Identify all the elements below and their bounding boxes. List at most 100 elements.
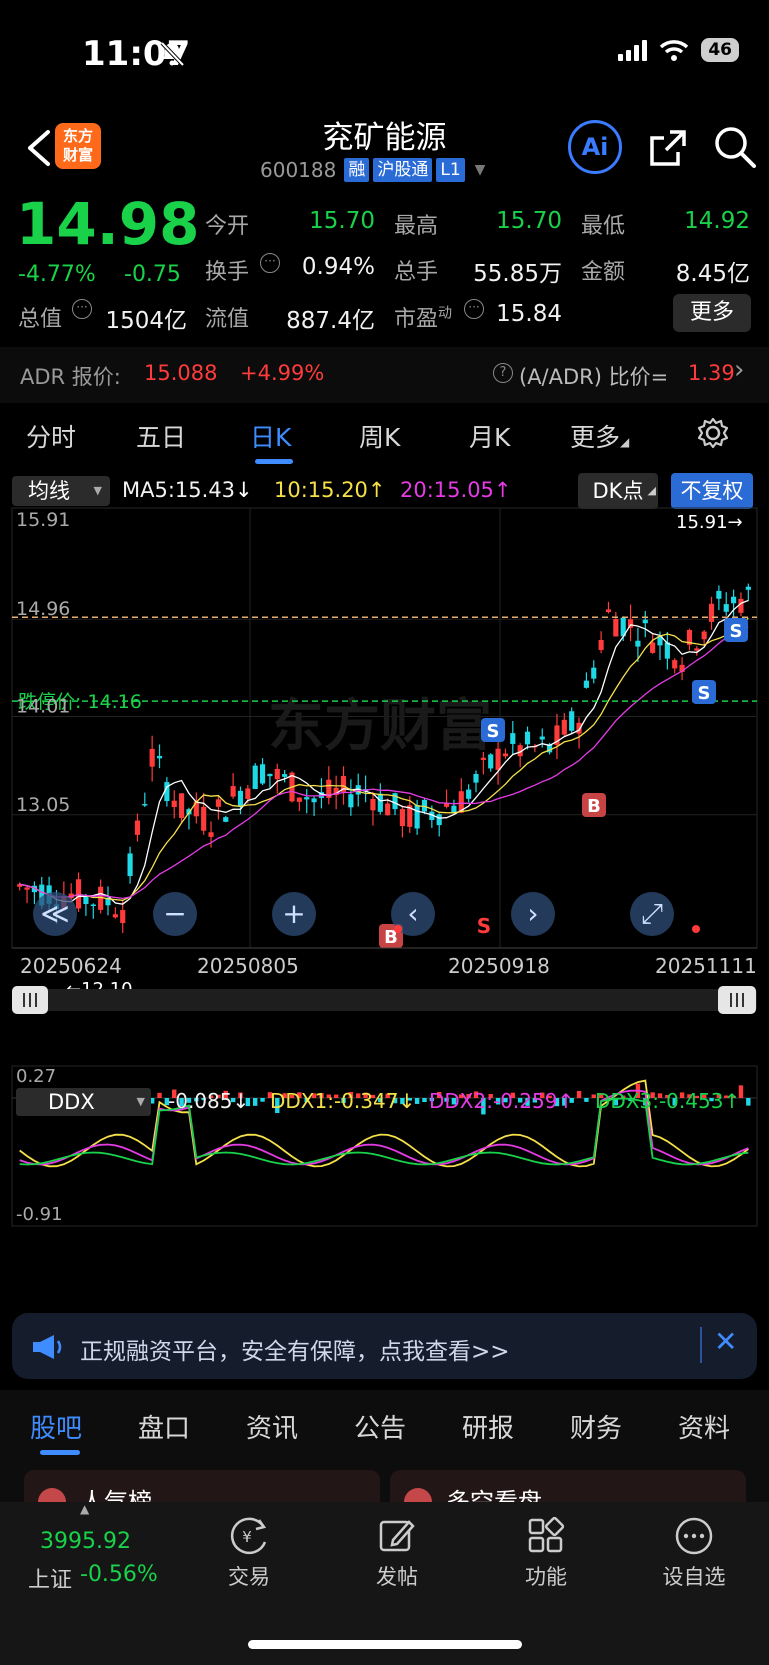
post-button[interactable]: 发帖 — [347, 1516, 447, 1591]
ddx-y-bottom: -0.91 — [16, 1204, 63, 1225]
popularity-card[interactable]: 人气榜 — [24, 1470, 380, 1502]
tab-research[interactable]: 研报 — [462, 1408, 514, 1445]
kline-chart[interactable]: 东方财富 跌停价: 14.16 15.9114.9614.0113.0515.9… — [0, 470, 769, 1310]
candle-body — [83, 896, 89, 905]
ddx-select[interactable]: DDX ▼ — [16, 1088, 151, 1116]
ddx2-value: DDX2:-0.259↑ — [429, 1089, 575, 1113]
period-tabs: 分时 五日 日K 周K 月K 更多◢ — [0, 416, 769, 470]
tab-announcements[interactable]: 公告 — [354, 1408, 406, 1445]
candle-body — [237, 790, 244, 807]
next-button[interactable]: › — [511, 892, 555, 936]
candle-body — [650, 642, 656, 653]
tab-finance[interactable]: 财务 — [570, 1408, 622, 1445]
more-button[interactable]: 更多 — [673, 294, 751, 332]
candle-body — [24, 887, 30, 890]
candle-body — [605, 609, 612, 613]
add-watchlist-button[interactable]: 设自选 — [644, 1516, 744, 1591]
add-watchlist-label: 设自选 — [662, 1565, 726, 1589]
fullscreen-icon: ⤢ — [641, 897, 663, 930]
close-icon[interactable]: ✕ — [714, 1325, 737, 1358]
panel-strip: 人气榜 多空看盘 — [0, 1460, 769, 1502]
tab-more[interactable]: 更多◢ — [570, 418, 629, 454]
float-cap-label: 流值 — [205, 307, 250, 332]
change-percent: -4.77% — [18, 262, 96, 287]
candle-body — [274, 768, 280, 780]
ddx3-value: DDX3:-0.453↑ — [595, 1089, 741, 1113]
tab-guba[interactable]: 股吧 — [30, 1408, 82, 1445]
fullscreen-button[interactable]: ⤢ — [630, 892, 674, 936]
financing-banner[interactable]: 正规融资平台，安全有保障，点我查看>> ✕ — [12, 1313, 757, 1379]
tab-profile[interactable]: 资料 — [678, 1408, 730, 1445]
candle-body — [627, 619, 634, 628]
rewind-button[interactable]: ≪ — [33, 892, 77, 936]
date-label: 20251111 — [655, 954, 757, 978]
candle-body — [745, 586, 751, 590]
candle-body — [134, 820, 141, 835]
candle-body — [723, 604, 729, 612]
candle-body — [414, 805, 420, 829]
settings-gear-icon[interactable] — [696, 416, 730, 456]
info-dots-icon[interactable]: ··· — [72, 299, 92, 319]
candle-body — [524, 731, 531, 745]
candle-body — [635, 640, 641, 647]
ddx-bar — [422, 1098, 427, 1103]
signal-letter: S — [487, 721, 500, 742]
chart-nav-controls: ≪ − + ‹ › ⤢ S — [33, 892, 700, 938]
function-label: 功能 — [525, 1565, 567, 1589]
tab-pankou[interactable]: 盘口 — [138, 1408, 190, 1445]
zoom-in-button[interactable]: + — [272, 892, 316, 936]
amount-label: 金额 — [581, 260, 626, 285]
longshort-icon — [404, 1488, 432, 1502]
candle-body — [259, 764, 266, 784]
info-dots-icon[interactable]: ··· — [260, 253, 280, 273]
adr-row[interactable]: ADR 报价: 15.088 +4.99% ? (A/ADR) 比价= 1.39… — [0, 347, 769, 403]
next-icon: › — [527, 897, 538, 930]
compose-icon — [379, 1520, 415, 1552]
longshort-card[interactable]: 多空看盘 — [390, 1470, 746, 1502]
bottom-tab-indicator — [40, 1450, 80, 1455]
tab-monthly-k[interactable]: 月K — [469, 418, 510, 454]
candle-body — [377, 793, 383, 812]
stock-subrow[interactable]: 600188 融 沪股通 L1 ▼ — [260, 158, 485, 182]
ai-button[interactable]: Ai — [568, 120, 622, 174]
open-label: 今开 — [205, 214, 250, 239]
y-label: 13.05 — [16, 794, 70, 816]
candle-body — [738, 598, 744, 613]
tab-intraday[interactable]: 分时 — [26, 418, 76, 454]
low-label: 最低 — [581, 214, 626, 239]
banner-divider — [700, 1327, 702, 1363]
status-indicators: 46 — [618, 38, 739, 62]
tab-weekly-k[interactable]: 周K — [359, 418, 400, 454]
dropdown-caret-icon: ▼ — [474, 162, 486, 178]
date-label: 20250624 — [20, 954, 122, 978]
candle-body — [701, 631, 707, 640]
tab-daily-k[interactable]: 日K — [250, 418, 291, 454]
candle-body — [613, 619, 619, 637]
expand-caret-icon[interactable]: ▲ — [80, 1502, 89, 1516]
candle-body — [208, 832, 214, 837]
ddx-bar — [584, 1098, 589, 1102]
candle-body — [230, 786, 236, 797]
adr-price: 15.088 — [144, 361, 218, 385]
share-icon[interactable] — [646, 126, 690, 174]
tab-five-day[interactable]: 五日 — [136, 418, 186, 454]
function-button[interactable]: 功能 — [496, 1516, 596, 1591]
high-value: 15.70 — [496, 208, 562, 234]
zoom-out-button[interactable]: − — [153, 892, 197, 936]
high-label: 最高 — [394, 214, 439, 239]
adr-pct: +4.99% — [240, 361, 325, 385]
candle-body — [120, 910, 126, 924]
tab-news[interactable]: 资讯 — [246, 1408, 298, 1445]
y-label: 14.96 — [16, 598, 70, 620]
index-value[interactable]: 3995.92 — [40, 1529, 131, 1554]
help-icon[interactable]: ? — [493, 363, 513, 383]
rewind-icon: ≪ — [40, 897, 69, 930]
candle-body — [598, 639, 604, 650]
mute-bell-icon — [158, 40, 186, 72]
post-label: 发帖 — [376, 1565, 418, 1589]
home-indicator — [248, 1640, 522, 1649]
search-icon[interactable] — [712, 124, 758, 174]
turnover-label: 换手 — [205, 260, 250, 285]
ddx-bar — [260, 1098, 265, 1102]
trade-button[interactable]: ¥ 交易 — [199, 1516, 299, 1591]
